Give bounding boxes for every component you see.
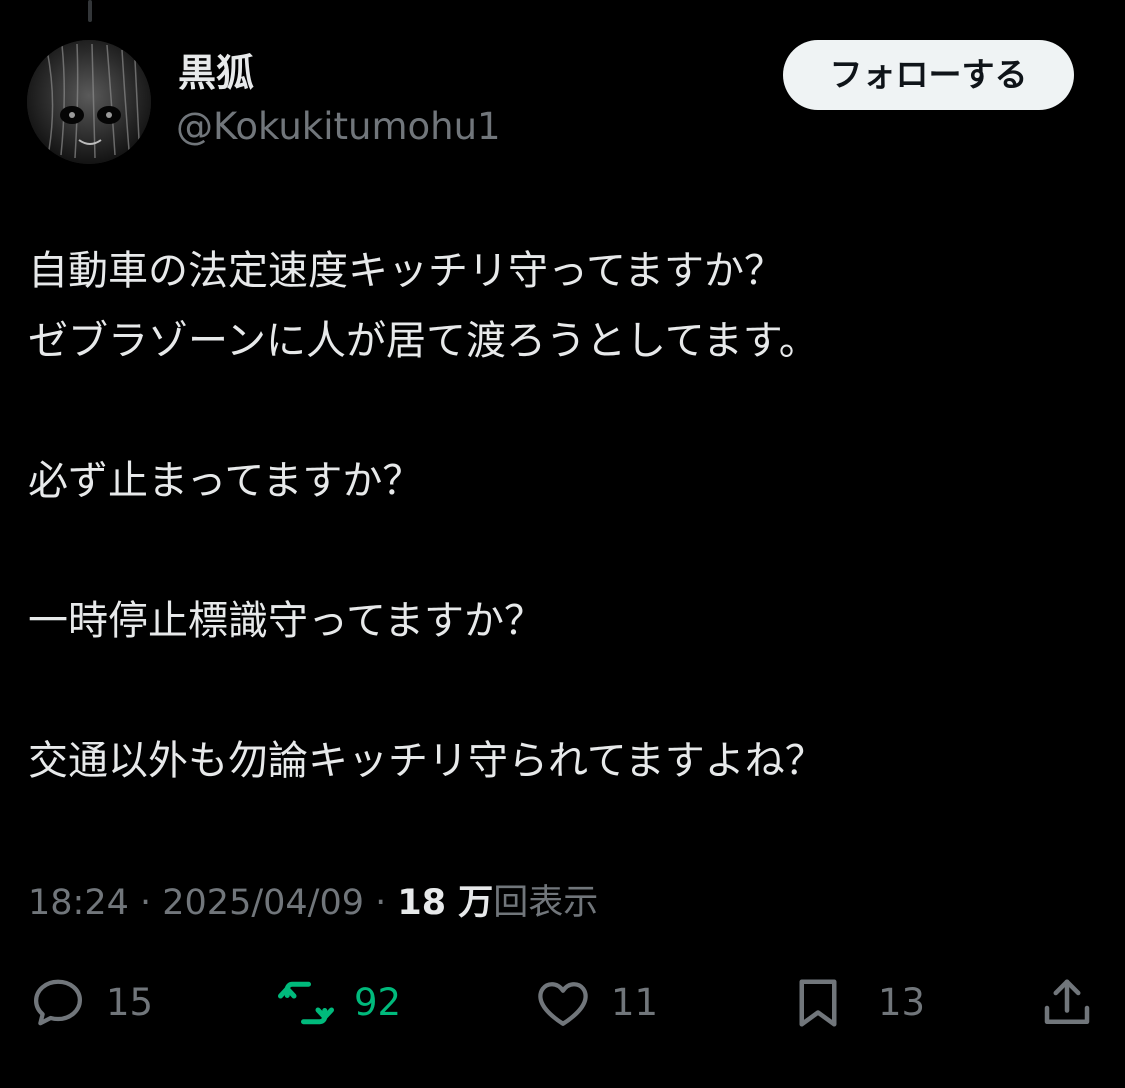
like-count: 11 [611,981,659,1024]
retweet-icon [278,981,334,1025]
user-handle[interactable]: @Kokukitumohu1 [176,104,501,150]
tweet-line: 一時停止標識守ってますか？ [28,598,544,644]
retweet-button[interactable]: 92 [276,965,401,1041]
tweet-line: 交通以外も勿論キッチリ守られてますよね？ [28,738,825,784]
like-button[interactable]: 11 [533,965,658,1041]
tweet-time[interactable]: 18:24 [28,883,129,923]
bookmark-button[interactable]: 13 [788,965,925,1041]
avatar-image [27,40,151,164]
share-icon [1044,979,1090,1024]
heart-icon [538,982,588,1026]
retweet-count: 92 [354,981,402,1024]
display-name[interactable]: 黒狐 [178,50,254,96]
tweet-line: ゼブラゾーンに人が居て渡ろうとしてます。 [28,318,819,364]
thread-connector-line [88,0,92,22]
tweet-actions-bar: 15 92 11 13 [0,965,1125,1041]
tweet-line: 自動車の法定速度キッチリ守ってますか？ [28,248,784,294]
share-button[interactable] [1037,965,1097,1041]
meta-separator: · [128,883,163,923]
tweet-meta: 18:24 · 2025/04/09 · 18 万回表示 [28,880,598,926]
views-label[interactable]: 回表示 [493,883,598,923]
reply-count: 15 [106,981,154,1024]
bookmark-icon [799,979,837,1027]
bookmark-count: 13 [878,981,926,1024]
reply-icon [34,979,82,1026]
tweet-line [28,376,1098,446]
tweet-line: 必ず止まってますか？ [28,458,423,504]
views-count[interactable]: 18 万 [397,883,493,923]
tweet-date[interactable]: 2025/04/09 [162,883,364,923]
tweet-line [28,516,1098,586]
tweet-text: 自動車の法定速度キッチリ守ってますか？ ゼブラゾーンに人が居て渡ろうとしてます。… [28,236,1098,796]
reply-button[interactable]: 15 [28,965,153,1041]
avatar[interactable] [27,40,151,164]
tweet-line [28,656,1098,726]
meta-separator: · [364,883,398,923]
follow-button[interactable]: フォローする [783,40,1074,110]
